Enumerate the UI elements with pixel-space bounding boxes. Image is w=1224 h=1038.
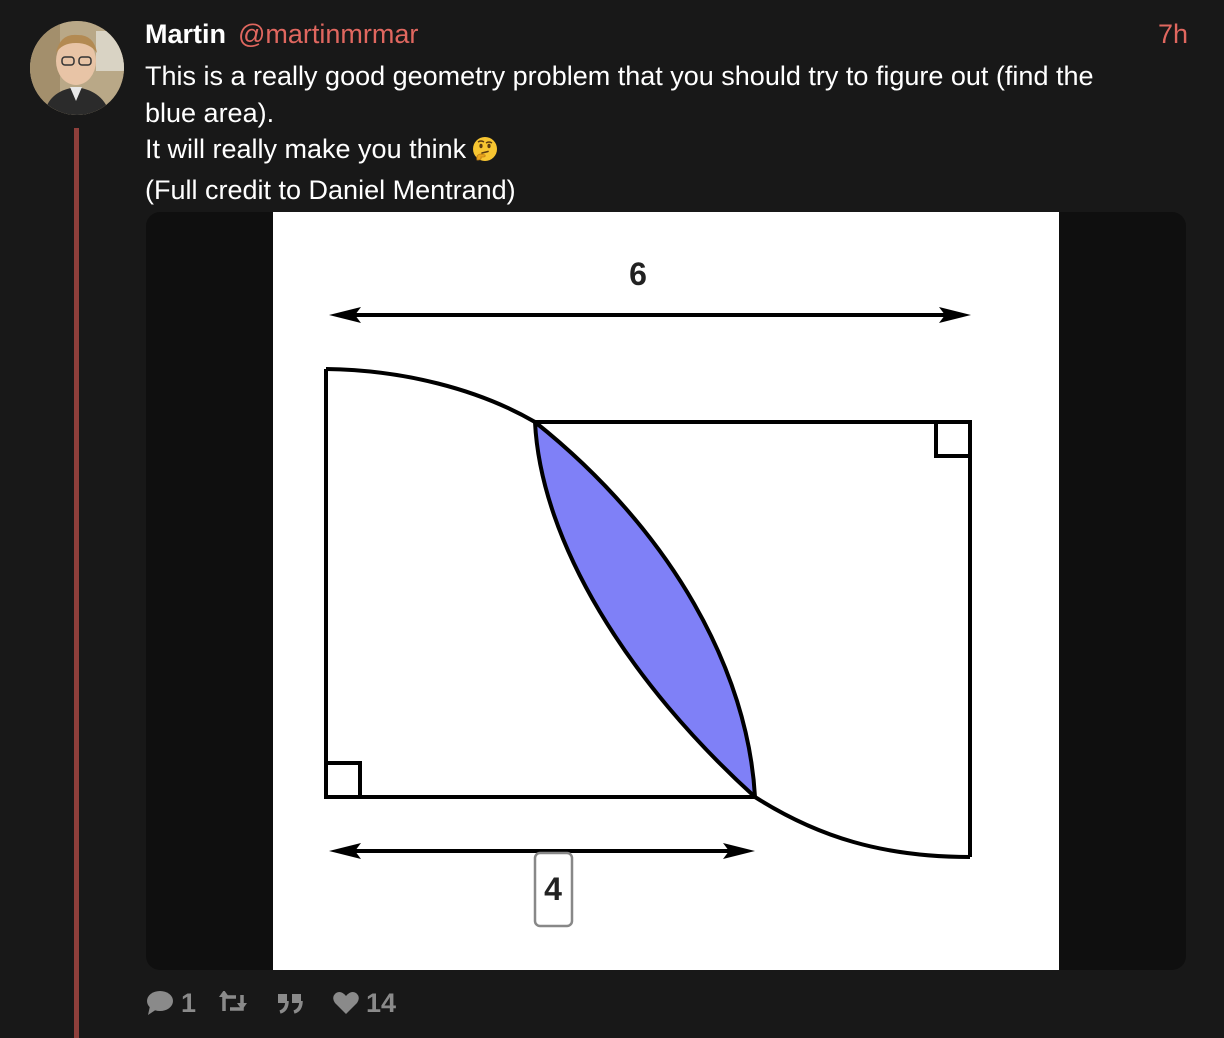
right-quarter-arc	[753, 795, 971, 859]
quote-button[interactable]	[276, 991, 310, 1015]
post-text-line: blue area).	[145, 97, 275, 128]
repost-icon	[219, 991, 248, 1011]
post-text: This is a really good geometry problem t…	[145, 58, 1145, 208]
bottom-dimension-label: 4	[544, 871, 562, 907]
post-text-line: This is a really good geometry problem t…	[145, 61, 1094, 91]
heart-icon	[333, 992, 359, 1014]
reply-icon	[147, 991, 173, 1015]
author-name[interactable]: Martin	[145, 19, 226, 50]
avatar[interactable]	[30, 21, 124, 115]
quote-icon	[278, 994, 303, 1014]
media-container[interactable]: 6 4	[146, 212, 1186, 970]
left-quarter-shape	[325, 367, 537, 424]
right-right-angle-mark	[934, 420, 972, 458]
blue-lens-region	[533, 420, 757, 799]
geometry-figure-svg: 6 4	[324, 256, 972, 928]
reply-button[interactable]: 1	[145, 988, 196, 1019]
post-time[interactable]: 7h	[1158, 19, 1188, 50]
post-text-line: (Full credit to Daniel Mentrand)	[145, 174, 516, 205]
post-actions: 1 14	[145, 985, 418, 1021]
reply-count: 1	[181, 987, 197, 1018]
post-header: Martin @martinmrmar 7h	[145, 16, 1188, 52]
post: Martin @martinmrmar 7h This is a really …	[0, 0, 1224, 1038]
post-text-line: It will really make you think	[145, 131, 1145, 172]
left-right-angle-mark	[324, 761, 362, 799]
top-dimension-label: 6	[629, 256, 647, 292]
geometry-figure[interactable]: 6 4	[273, 212, 1059, 970]
like-count: 14	[366, 987, 397, 1018]
thinking-face-icon	[472, 135, 498, 172]
thread-line	[74, 128, 79, 1038]
avatar-image	[30, 21, 124, 115]
author-handle[interactable]: @martinmrmar	[238, 19, 418, 50]
repost-button[interactable]	[218, 991, 254, 1015]
like-button[interactable]: 14	[332, 988, 396, 1019]
post-text-line-content: It will really make you think	[145, 134, 467, 164]
